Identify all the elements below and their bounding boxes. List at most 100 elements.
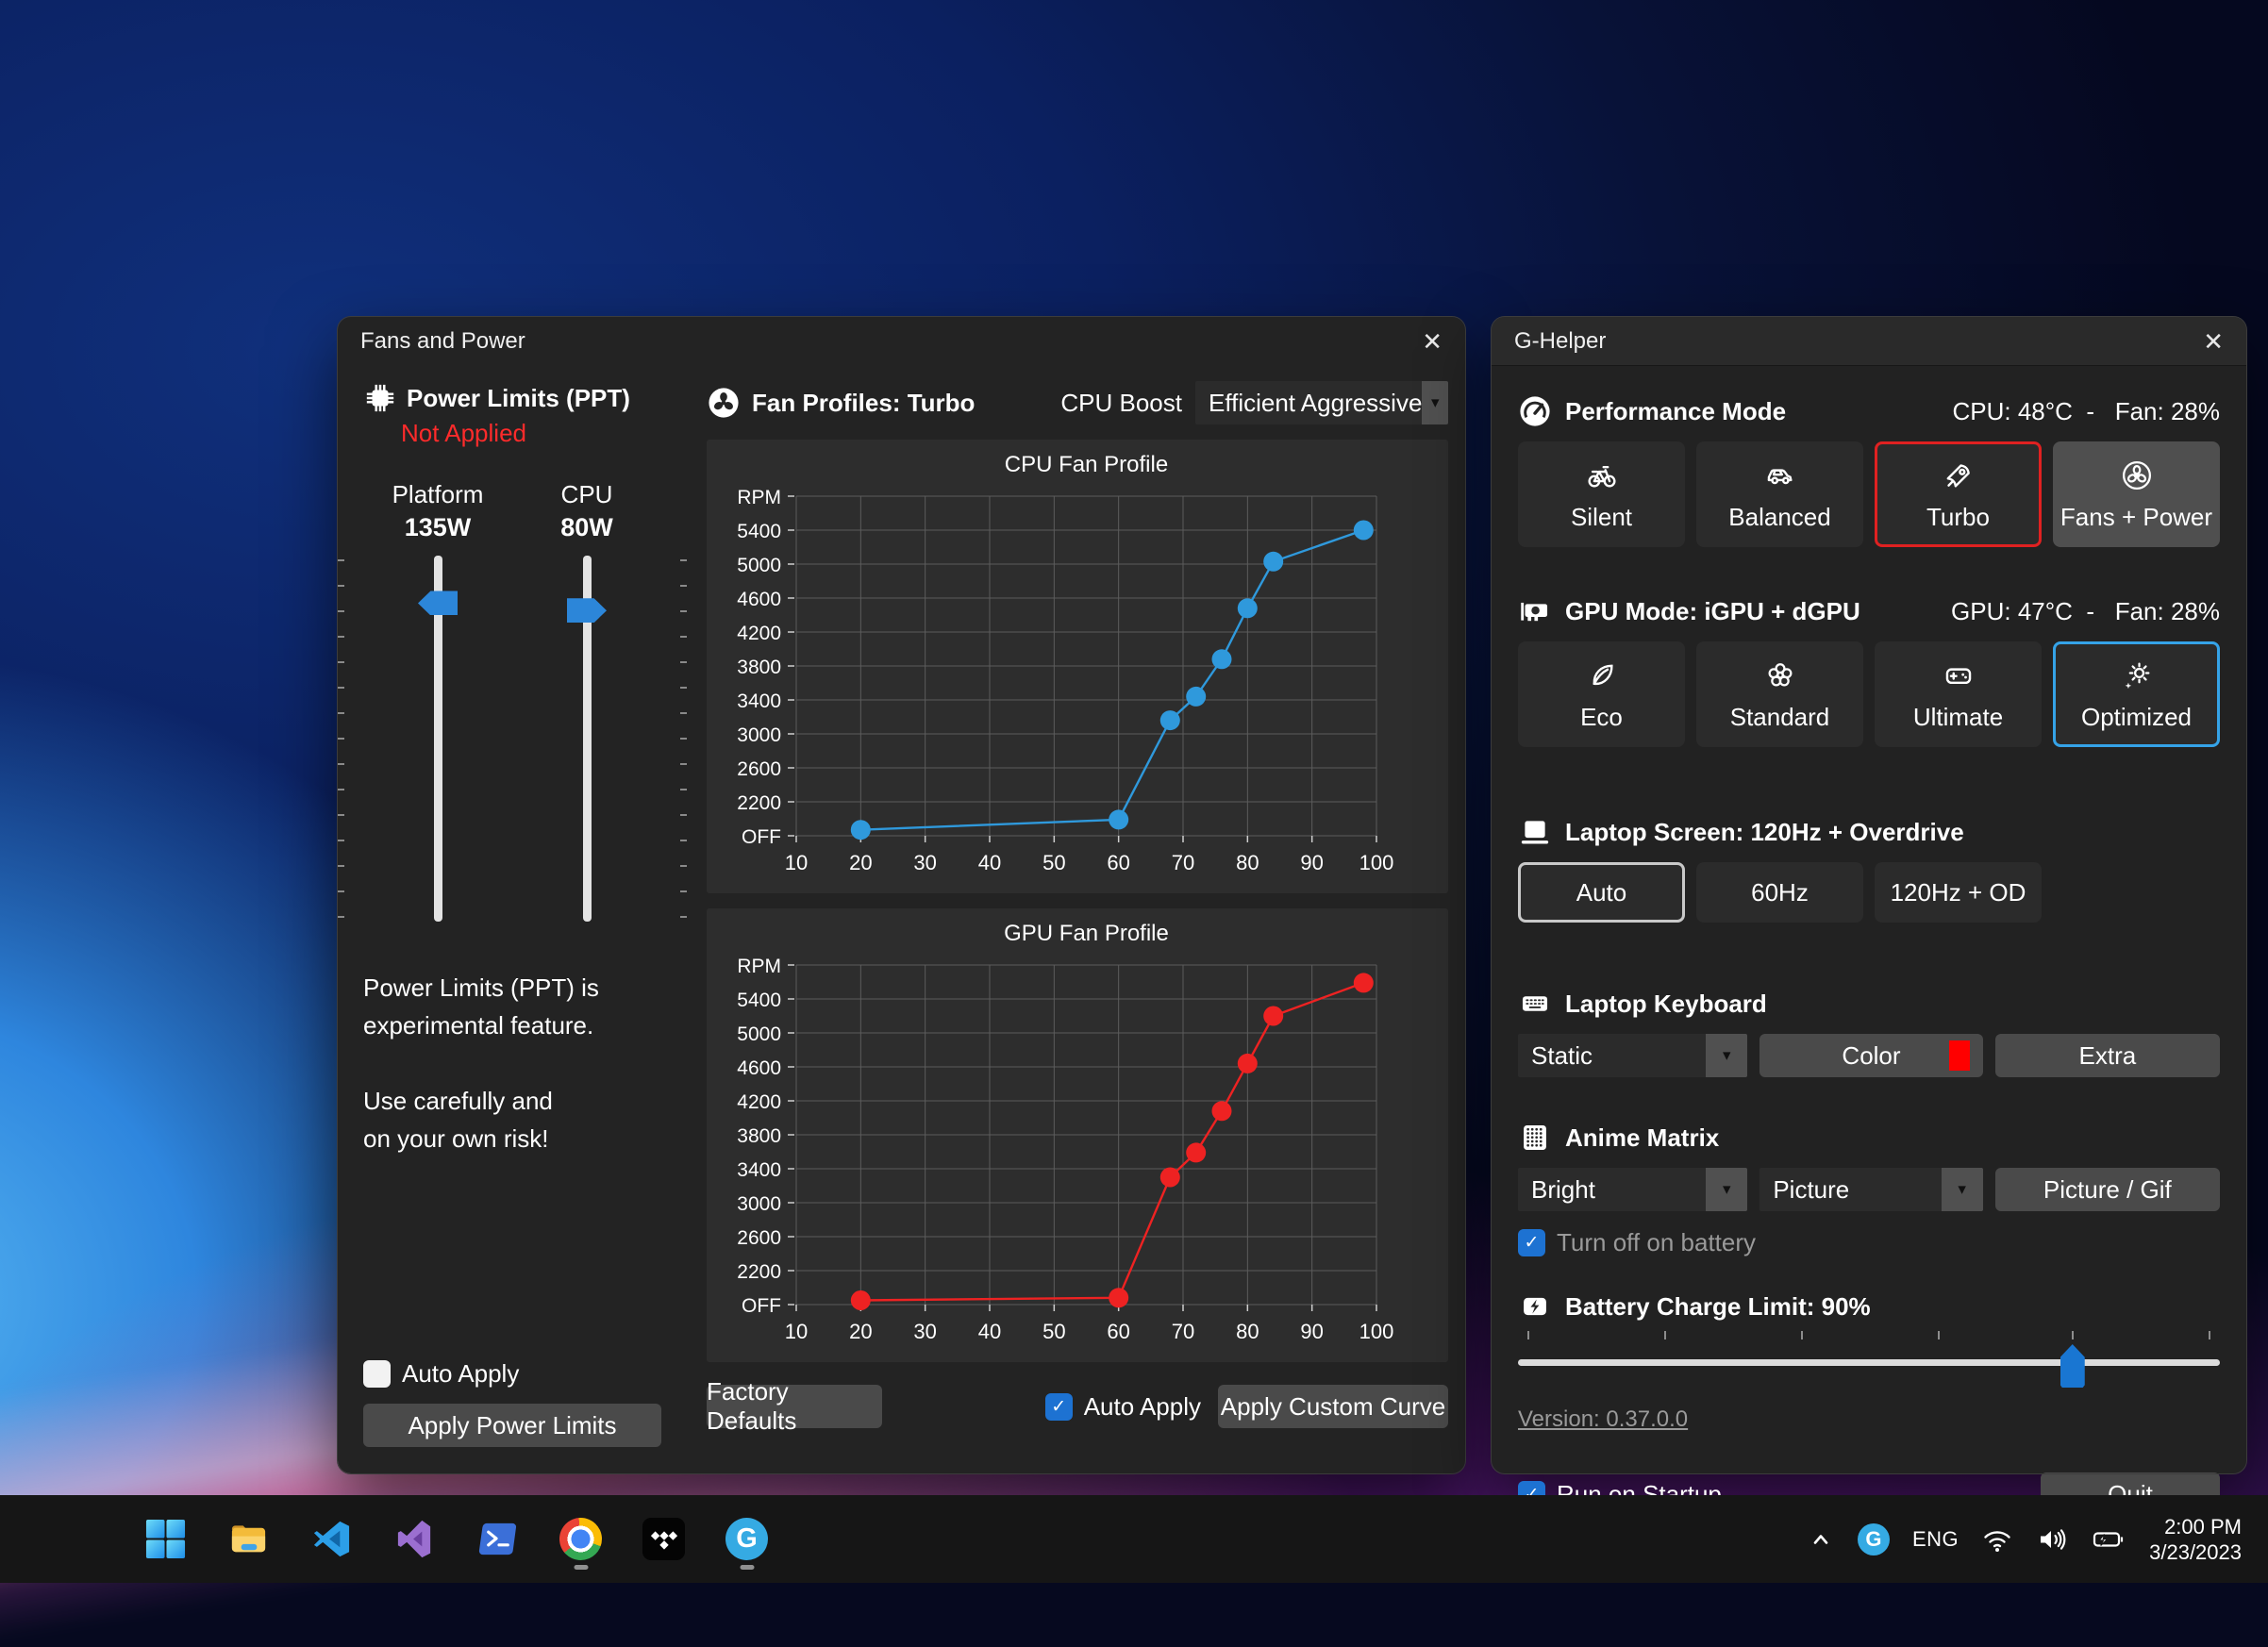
version-link[interactable]: Version: 0.37.0.0 xyxy=(1518,1406,1688,1433)
running-indicator xyxy=(574,1565,588,1570)
matrix-battery-checkbox[interactable]: ✓ xyxy=(1518,1229,1545,1256)
keyboard-color-button[interactable]: Color xyxy=(1759,1034,1982,1077)
tile-label: 120Hz + OD xyxy=(1891,878,2026,907)
curve-auto-apply-checkbox[interactable]: ✓ xyxy=(1045,1393,1073,1421)
svg-text:70: 70 xyxy=(1172,851,1194,874)
tile-120hz-od[interactable]: 120Hz + OD xyxy=(1875,862,2042,923)
svg-text:5400: 5400 xyxy=(737,990,781,1011)
keyboard-mode-value: Static xyxy=(1518,1034,1706,1077)
fans-window-title: Fans and Power xyxy=(360,328,525,355)
tile-turbo[interactable]: Turbo xyxy=(1875,441,2042,547)
svg-text:2600: 2600 xyxy=(737,1227,781,1249)
svg-text:GPU Fan Profile: GPU Fan Profile xyxy=(1004,921,1169,946)
tile-eco[interactable]: Eco xyxy=(1518,641,1685,747)
tile-silent[interactable]: Silent xyxy=(1518,441,1685,547)
dropdown-arrow-button[interactable]: ▾ xyxy=(1706,1034,1747,1077)
optimized-icon xyxy=(2121,657,2153,693)
platform-slider-thumb[interactable] xyxy=(418,591,458,615)
tray-ghelper-icon[interactable]: G xyxy=(1858,1523,1890,1556)
clock[interactable]: 2:00 PM 3/23/2023 xyxy=(2149,1514,2242,1565)
bicycle-icon xyxy=(1586,458,1618,493)
ghelper-titlebar[interactable]: G-Helper ✕ xyxy=(1492,317,2246,366)
cpu-value: 80W xyxy=(512,513,661,542)
svg-text:50: 50 xyxy=(1042,851,1065,874)
taskbar-vscode-icon[interactable] xyxy=(309,1506,354,1572)
svg-text:4600: 4600 xyxy=(737,589,781,610)
fans-and-power-window: Fans and Power ✕ Power Limits (PPT) Not … xyxy=(338,317,1465,1473)
taskbar-terminal-icon[interactable] xyxy=(475,1506,520,1572)
svg-text:10: 10 xyxy=(785,1320,808,1343)
taskbar-tidal-icon[interactable] xyxy=(642,1506,686,1572)
dropdown-arrow-button[interactable]: ▾ xyxy=(1706,1168,1747,1211)
svg-text:4600: 4600 xyxy=(737,1057,781,1079)
apply-custom-curve-button[interactable]: Apply Custom Curve xyxy=(1218,1385,1448,1428)
tile-fans-power[interactable]: Fans + Power xyxy=(2053,441,2220,547)
keyboard-extra-button[interactable]: Extra xyxy=(1995,1034,2220,1077)
language-indicator[interactable]: ENG xyxy=(1912,1527,1959,1552)
ghelper-window: G-Helper ✕ Performance Mode CPU: 48°C - … xyxy=(1492,317,2246,1473)
tile-standard[interactable]: Standard xyxy=(1696,641,1863,747)
factory-defaults-button[interactable]: Factory Defaults xyxy=(707,1385,882,1428)
tile-optimized[interactable]: Optimized xyxy=(2053,641,2220,747)
cpu-power-slider[interactable] xyxy=(512,556,661,922)
cpu-boost-dropdown[interactable]: Efficient Aggressive ▾ xyxy=(1195,381,1448,424)
tile-ultimate[interactable]: Ultimate xyxy=(1875,641,2042,747)
battery-tick xyxy=(1664,1331,1666,1339)
tile-60hz[interactable]: 60Hz xyxy=(1696,862,1863,923)
apply-power-limits-button[interactable]: Apply Power Limits xyxy=(363,1404,661,1447)
performance-mode-title: Performance Mode xyxy=(1565,397,1786,426)
tile-balanced[interactable]: Balanced xyxy=(1696,441,1863,547)
svg-text:20: 20 xyxy=(849,851,872,874)
tile-label: Auto xyxy=(1576,878,1627,907)
svg-text:4200: 4200 xyxy=(737,623,781,644)
battery-charging-icon[interactable] xyxy=(2091,1525,2126,1554)
wifi-icon[interactable] xyxy=(1981,1525,2013,1554)
screen-refresh-options: Auto 60Hz 120Hz + OD xyxy=(1518,862,2220,923)
fans-titlebar[interactable]: Fans and Power ✕ xyxy=(338,317,1465,366)
battery-limit-slider[interactable] xyxy=(1518,1331,2220,1386)
dropdown-arrow-button[interactable]: ▾ xyxy=(1942,1168,1983,1211)
platform-power-slider[interactable] xyxy=(363,556,512,922)
svg-text:50: 50 xyxy=(1042,1320,1065,1343)
power-limits-title: Power Limits (PPT) xyxy=(407,384,630,413)
tray-date: 3/23/2023 xyxy=(2149,1539,2242,1565)
close-icon[interactable]: ✕ xyxy=(2203,329,2224,354)
taskbar-explorer-icon[interactable] xyxy=(226,1506,271,1572)
svg-text:80: 80 xyxy=(1236,1320,1259,1343)
matrix-icon xyxy=(1518,1121,1552,1155)
matrix-mode-value: Picture xyxy=(1759,1168,1941,1211)
cpu-slider-thumb[interactable] xyxy=(567,598,607,623)
volume-icon[interactable] xyxy=(2036,1525,2068,1554)
picture-gif-button[interactable]: Picture / Gif xyxy=(1995,1168,2220,1211)
battery-slider-track[interactable] xyxy=(1518,1359,2220,1366)
battery-slider-thumb[interactable] xyxy=(2060,1344,2085,1388)
gauge-icon xyxy=(1518,394,1552,428)
svg-text:OFF: OFF xyxy=(742,1295,781,1317)
tile-label: Silent xyxy=(1571,503,1632,532)
chevron-down-icon: ▾ xyxy=(1723,1046,1731,1065)
cpu-fan-chart[interactable]: CPU Fan ProfileOFF2200260030003400380042… xyxy=(707,440,1448,889)
matrix-brightness-dropdown[interactable]: Bright ▾ xyxy=(1518,1168,1747,1211)
rocket-icon xyxy=(1943,458,1975,493)
tile-auto[interactable]: Auto xyxy=(1518,862,1685,923)
tile-label: Balanced xyxy=(1728,503,1830,532)
taskbar-start-icon[interactable] xyxy=(143,1506,188,1572)
taskbar-visual-studio-icon[interactable] xyxy=(392,1506,437,1572)
taskbar-ghelper-icon[interactable]: G xyxy=(725,1506,769,1572)
anime-matrix-title: Anime Matrix xyxy=(1565,1123,1719,1153)
tray-chevron-up-icon[interactable] xyxy=(1807,1525,1835,1554)
dropdown-arrow-button[interactable]: ▾ xyxy=(1422,381,1448,424)
tile-label: Turbo xyxy=(1926,503,1990,532)
matrix-mode-dropdown[interactable]: Picture ▾ xyxy=(1759,1168,1982,1211)
keyboard-mode-dropdown[interactable]: Static ▾ xyxy=(1518,1034,1747,1077)
svg-text:4200: 4200 xyxy=(737,1091,781,1113)
close-icon[interactable]: ✕ xyxy=(1422,329,1443,354)
gpu-fan-chart[interactable]: GPU Fan ProfileOFF2200260030003400380042… xyxy=(707,908,1448,1357)
power-auto-apply-checkbox[interactable] xyxy=(363,1360,391,1388)
taskbar-chrome-icon[interactable] xyxy=(559,1506,603,1572)
cpu-slider-ticks xyxy=(680,559,687,918)
platform-label: Platform xyxy=(363,480,512,509)
svg-text:40: 40 xyxy=(978,851,1001,874)
cpu-temp-status: CPU: 48°C - Fan: 28% xyxy=(1953,397,2221,426)
gpu-fan-chart-panel: GPU Fan ProfileOFF2200260030003400380042… xyxy=(707,908,1448,1362)
